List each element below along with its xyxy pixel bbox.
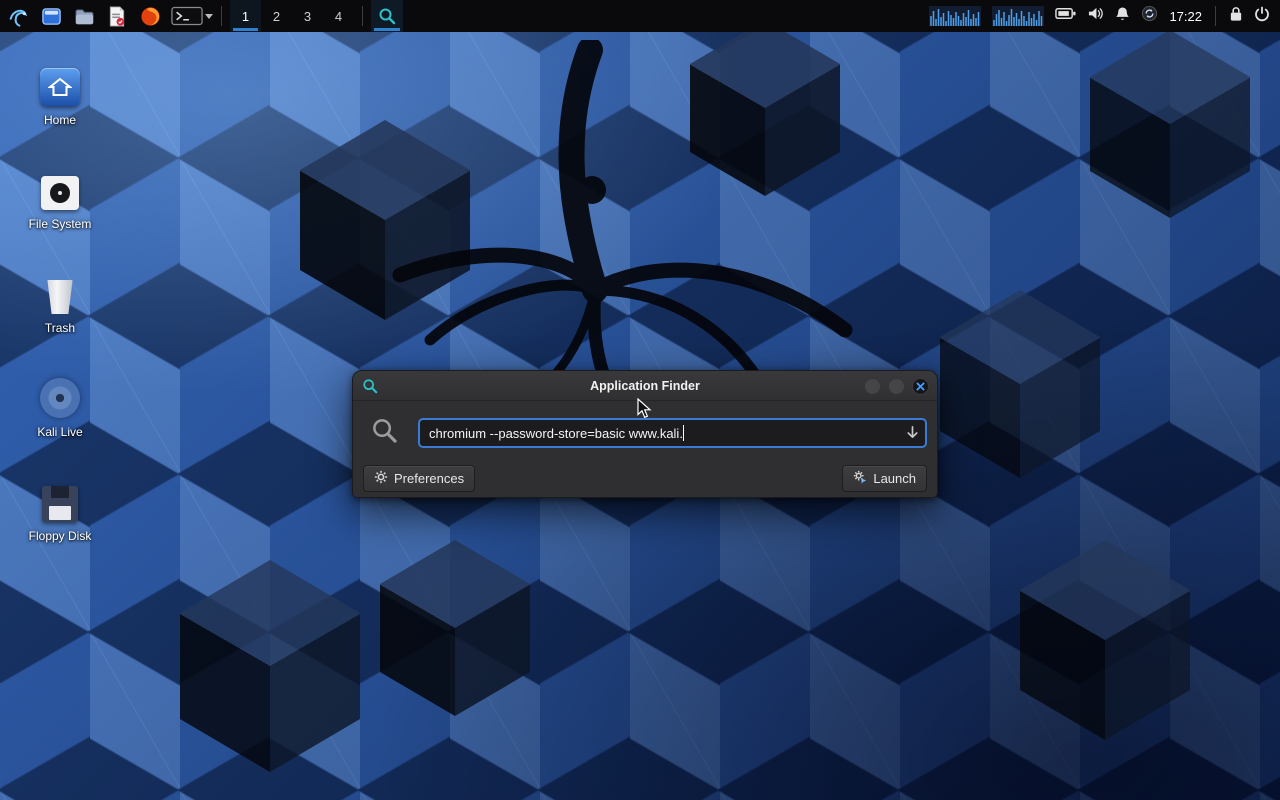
command-input[interactable] (418, 418, 927, 448)
gear-icon (374, 470, 388, 487)
files-folder-icon[interactable] (72, 4, 96, 28)
floppy-disk-icon (42, 486, 78, 522)
launch-button[interactable]: Launch (842, 465, 927, 492)
trash-icon (45, 280, 75, 314)
decor-cube (180, 560, 360, 772)
panel-separator (221, 6, 222, 26)
cd-disc-icon (40, 378, 80, 418)
window-title: Application Finder (590, 379, 700, 393)
panel-separator (362, 6, 363, 26)
battery-icon[interactable] (1055, 7, 1076, 25)
decor-cube (380, 540, 530, 716)
workspace-3[interactable]: 3 (292, 0, 323, 32)
mouse-cursor (637, 398, 652, 424)
panel-right-group: 17:22 (929, 5, 1280, 27)
titlebar[interactable]: Application Finder (353, 371, 937, 401)
decor-cube (1020, 540, 1190, 740)
application-finder-window: Application Finder (352, 370, 938, 498)
workspace-2[interactable]: 2 (261, 0, 292, 32)
home-icon (40, 68, 80, 106)
desktop-icon-label: Kali Live (8, 425, 112, 439)
text-caret (683, 425, 684, 441)
clock[interactable]: 17:22 (1169, 9, 1202, 24)
desktop-icon-label: Floppy Disk (8, 529, 112, 543)
network-graph-icon[interactable] (992, 6, 1044, 26)
search-icon (371, 417, 398, 449)
desktop-icon-label: Home (8, 113, 112, 127)
maximize-button[interactable] (889, 379, 904, 394)
command-input-wrap (418, 418, 927, 448)
terminal-launcher[interactable] (171, 6, 213, 26)
launch-icon (853, 470, 867, 487)
kali-menu-icon[interactable] (6, 4, 30, 28)
launch-label: Launch (873, 471, 916, 486)
desktop-icon-floppy-disk[interactable]: Floppy Disk (8, 476, 112, 543)
dropdown-arrow-icon[interactable] (905, 425, 920, 445)
workspace-switcher: 1 2 3 4 (230, 0, 354, 32)
panel-separator (1215, 6, 1216, 26)
preferences-label: Preferences (394, 471, 464, 486)
text-editor-icon[interactable] (105, 4, 129, 28)
minimize-button[interactable] (865, 379, 880, 394)
system-graph-icon[interactable] (929, 6, 981, 26)
taskbar-application-finder[interactable] (371, 0, 403, 32)
terminal-dropdown-icon[interactable] (205, 14, 213, 19)
workspace-1[interactable]: 1 (230, 0, 261, 32)
close-button[interactable] (913, 379, 928, 394)
window-icon (362, 378, 378, 399)
lock-icon[interactable] (1229, 6, 1243, 27)
preferences-button[interactable]: Preferences (363, 465, 475, 492)
desktop-icon-label: File System (8, 217, 112, 231)
power-icon[interactable] (1254, 6, 1270, 27)
desktop-icon-kali-live[interactable]: Kali Live (8, 372, 112, 439)
desktop-icon-trash[interactable]: Trash (8, 268, 112, 335)
decor-cube (1090, 30, 1250, 218)
firefox-icon[interactable] (138, 4, 162, 28)
desktop-icon-home[interactable]: Home (8, 60, 112, 127)
file-manager-icon[interactable] (39, 4, 63, 28)
window-buttons (865, 371, 928, 401)
file-system-icon (41, 176, 79, 210)
updates-icon[interactable] (1141, 5, 1158, 27)
panel-left-group (0, 4, 213, 28)
workspace-4[interactable]: 4 (323, 0, 354, 32)
desktop-icon-file-system[interactable]: File System (8, 164, 112, 231)
volume-icon[interactable] (1087, 6, 1104, 26)
notifications-bell-icon[interactable] (1115, 6, 1130, 27)
top-panel: 1 2 3 4 17:22 (0, 0, 1280, 32)
desktop-icon-label: Trash (8, 321, 112, 335)
